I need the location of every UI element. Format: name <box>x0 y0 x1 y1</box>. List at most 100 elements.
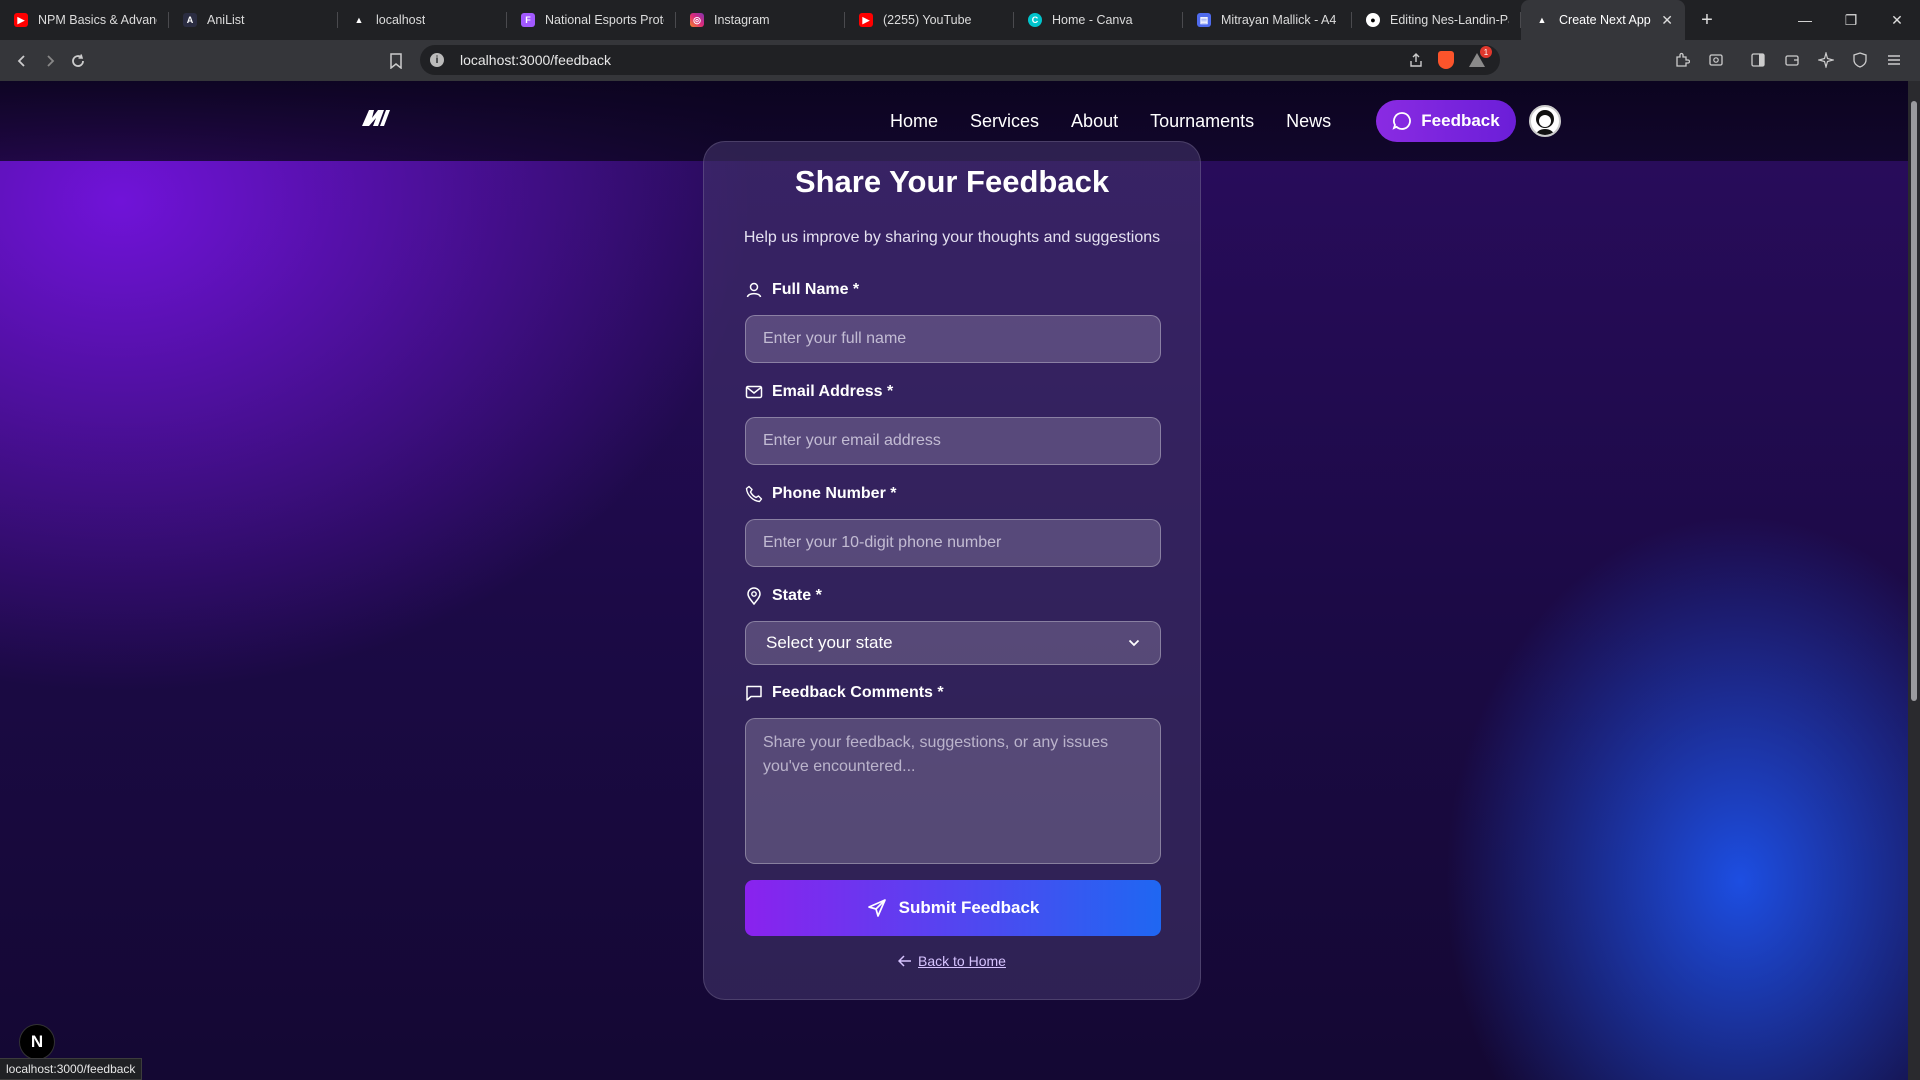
submit-feedback-button[interactable]: Submit Feedback <box>745 880 1161 936</box>
brave-rewards-icon[interactable]: 1 <box>1468 46 1492 68</box>
phone-input[interactable] <box>745 519 1161 567</box>
browser-tab[interactable]: ● Editing Nes-Landin-Pa <box>1352 0 1521 40</box>
browser-tab[interactable]: ▶ (2255) YouTube <box>845 0 1014 40</box>
back-icon[interactable] <box>8 47 36 75</box>
tab-title: Create Next App <box>1559 13 1651 27</box>
tab-title: (2255) YouTube <box>883 13 972 27</box>
leo-ai-icon[interactable] <box>1812 46 1840 74</box>
back-to-home-label[interactable]: Back to Home <box>918 953 1006 969</box>
doc-icon: ▤ <box>1197 13 1211 27</box>
arrow-left-icon <box>898 955 912 967</box>
forward-icon[interactable] <box>36 47 64 75</box>
canva-icon: C <box>1028 13 1042 27</box>
phone-icon <box>745 485 763 503</box>
minimize-icon[interactable]: — <box>1782 0 1828 40</box>
full-name-input[interactable] <box>745 315 1161 363</box>
browser-tab[interactable]: A AniList <box>169 0 338 40</box>
share-icon[interactable] <box>1408 52 1424 68</box>
tab-title: National Esports Protot <box>545 13 664 27</box>
page-subtitle: Help us improve by sharing your thoughts… <box>743 229 1161 246</box>
youtube-icon: ▶ <box>859 13 873 27</box>
close-window-icon[interactable]: ✕ <box>1874 0 1920 40</box>
new-tab-button[interactable]: + <box>1691 4 1723 36</box>
state-select[interactable]: Select your state <box>745 621 1161 665</box>
reload-icon[interactable] <box>64 47 92 75</box>
nav-link-about[interactable]: About <box>1071 111 1118 132</box>
page-viewport: Home Services About Tournaments News Fee… <box>0 81 1908 1080</box>
brave-shield-icon[interactable] <box>1438 51 1454 69</box>
nav-link-news[interactable]: News <box>1286 111 1331 132</box>
url-text[interactable]: localhost:3000/feedback <box>460 52 611 68</box>
back-to-home-link[interactable]: Back to Home <box>704 953 1200 969</box>
figma-icon: F <box>521 13 535 27</box>
window-controls: — ❐ ✕ <box>1782 0 1920 40</box>
instagram-icon: ◎ <box>690 13 704 27</box>
feedback-nav-label: Feedback <box>1421 111 1500 130</box>
tab-title: Instagram <box>714 13 770 27</box>
comments-textarea[interactable] <box>745 718 1161 864</box>
feedback-nav-button[interactable]: Feedback <box>1376 100 1516 142</box>
tab-title: Editing Nes-Landin-Pa <box>1390 13 1509 27</box>
wallet-icon[interactable] <box>1778 46 1806 74</box>
menu-icon[interactable] <box>1880 46 1908 74</box>
state-label: State * <box>772 587 822 604</box>
site-logo[interactable] <box>362 109 390 132</box>
screenshot-icon[interactable] <box>1702 46 1730 74</box>
avatar[interactable] <box>1529 105 1561 137</box>
tab-strip: ▶ NPM Basics & Advance A AniList ▲ local… <box>0 0 1920 40</box>
scrollbar-thumb[interactable] <box>1911 101 1917 701</box>
github-icon: ● <box>1366 13 1380 27</box>
message-square-icon <box>746 685 762 701</box>
browser-tab[interactable]: ▶ NPM Basics & Advance <box>0 0 169 40</box>
feedback-card: Share Your Feedback Help us improve by s… <box>703 141 1201 1000</box>
submit-label: Submit Feedback <box>898 898 1040 917</box>
extensions-icon[interactable] <box>1668 46 1696 74</box>
notification-badge: 1 <box>1480 46 1492 58</box>
full-name-label-row: Full Name * <box>745 281 859 299</box>
nav-link-tournaments[interactable]: Tournaments <box>1150 111 1254 132</box>
comments-label-row: Feedback Comments * <box>745 684 944 702</box>
message-circle-icon <box>1392 112 1412 130</box>
browser-tab[interactable]: C Home - Canva <box>1014 0 1183 40</box>
state-selected-value: Select your state <box>766 633 893 652</box>
phone-label: Phone Number * <box>772 485 897 502</box>
restore-icon[interactable]: ❐ <box>1828 0 1874 40</box>
page-title: Share Your Feedback <box>794 164 1110 199</box>
page-scrollbar[interactable] <box>1908 81 1920 1080</box>
tab-title: Home - Canva <box>1052 13 1133 27</box>
mail-icon <box>745 385 763 399</box>
email-label: Email Address * <box>772 383 894 400</box>
toolbar-right-actions <box>1668 46 1908 74</box>
send-icon <box>867 899 886 917</box>
vpn-shield-icon[interactable] <box>1846 46 1874 74</box>
browser-tab[interactable]: ▲ localhost <box>338 0 507 40</box>
tab-title: AniList <box>207 13 245 27</box>
full-name-label: Full Name * <box>772 281 860 298</box>
map-pin-icon <box>747 587 761 605</box>
email-label-row: Email Address * <box>745 383 893 401</box>
sidebar-icon[interactable] <box>1744 46 1772 74</box>
bookmark-icon[interactable] <box>382 47 410 75</box>
status-bar-url: localhost:3000/feedback <box>0 1058 143 1080</box>
browser-tab[interactable]: ◎ Instagram <box>676 0 845 40</box>
phone-label-row: Phone Number * <box>745 485 896 503</box>
site-info-icon[interactable]: i <box>430 53 444 67</box>
user-icon <box>746 282 762 298</box>
browser-tab[interactable]: ▤ Mitrayan Mallick - A4 <box>1183 0 1352 40</box>
triangle-icon: ▲ <box>354 15 364 25</box>
nav-link-services[interactable]: Services <box>970 111 1039 132</box>
tab-title: localhost <box>376 13 426 27</box>
close-tab-icon[interactable]: ✕ <box>1653 12 1673 29</box>
anilist-icon: A <box>183 13 197 27</box>
browser-tab[interactable]: F National Esports Protot <box>507 0 676 40</box>
state-label-row: State * <box>745 587 822 605</box>
tab-title: Mitrayan Mallick - A4 <box>1221 13 1337 27</box>
address-bar[interactable]: i localhost:3000/feedback 1 <box>420 45 1500 75</box>
comments-label: Feedback Comments * <box>772 684 944 701</box>
email-input[interactable] <box>745 417 1161 465</box>
nav-link-home[interactable]: Home <box>890 111 938 132</box>
youtube-icon: ▶ <box>14 13 28 27</box>
nextjs-dev-badge[interactable]: N <box>20 1025 54 1059</box>
browser-tab-active[interactable]: ▲ Create Next App ✕ <box>1521 0 1685 40</box>
tab-title: NPM Basics & Advance <box>38 13 157 27</box>
